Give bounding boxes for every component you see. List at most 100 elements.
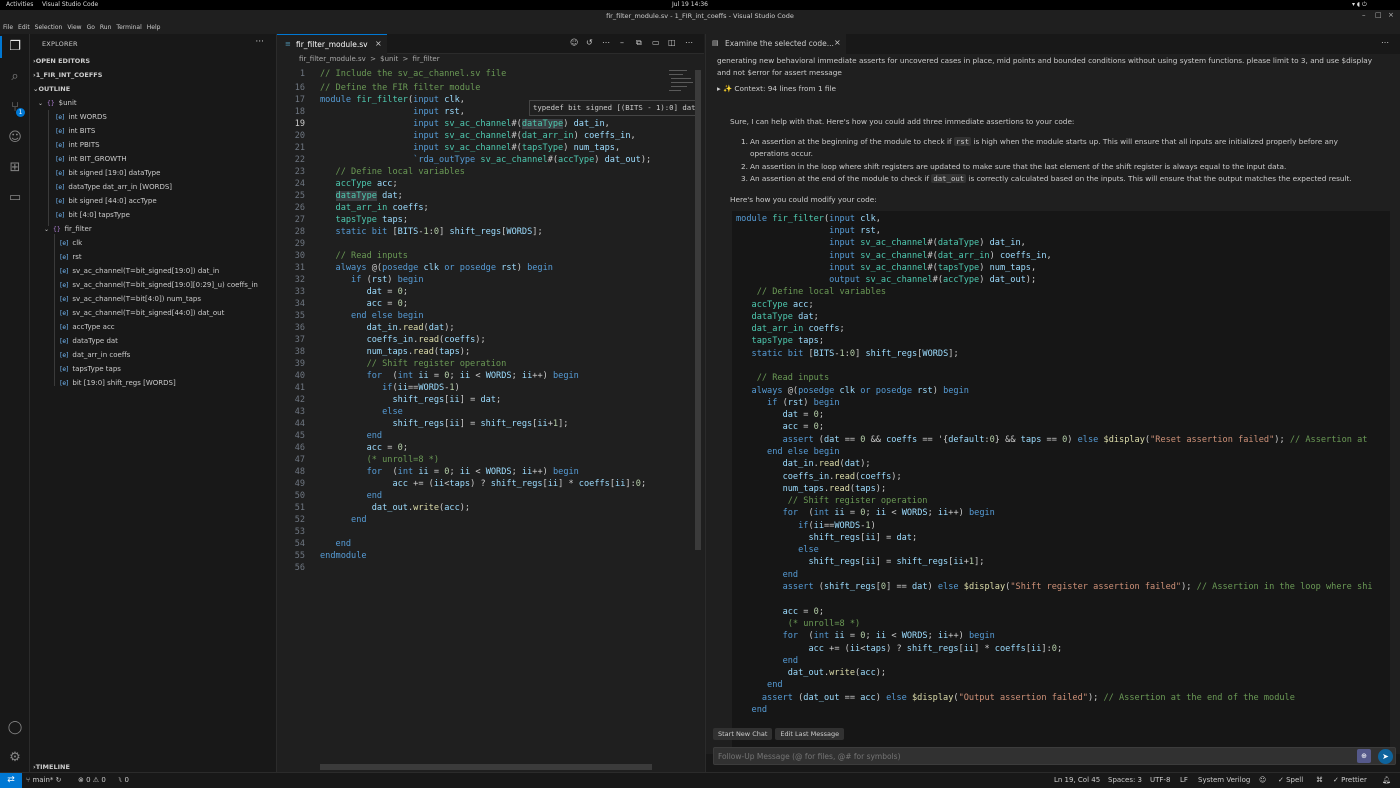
accounts-status-icon[interactable]: ⌘ — [1316, 776, 1323, 784]
line-number: 24 — [294, 179, 305, 189]
chat-more-icon[interactable]: ⋯ — [1381, 38, 1389, 47]
outline-item[interactable]: [e] clk — [60, 236, 82, 250]
close-tab-icon[interactable]: × — [375, 39, 382, 48]
follow-up-input[interactable] — [718, 751, 1338, 762]
list-text: An assertion at the end of the module to… — [750, 174, 930, 183]
outline-item[interactable]: [e] int BIT_GROWTH — [56, 152, 127, 166]
explorer-icon[interactable]: ❐ — [7, 39, 23, 55]
attach-context-icon[interactable]: ⊕ — [1357, 749, 1371, 763]
close-chat-tab-icon[interactable]: × — [834, 38, 841, 47]
code-line: dat_in.read(dat); — [366, 323, 455, 333]
menu-run[interactable]: Run — [100, 24, 112, 31]
start-new-chat-button[interactable]: Start New Chat — [713, 728, 773, 740]
edit-last-message-button[interactable]: Edit Last Message — [775, 728, 845, 740]
menu-selection[interactable]: Selection — [35, 24, 63, 31]
gear-icon[interactable]: ⚙ — [7, 750, 23, 766]
outline-module[interactable]: ⌄{} fir_filter — [44, 222, 92, 236]
copilot-status-icon[interactable]: ☺ — [1259, 776, 1266, 784]
ports-status[interactable]: ⑊ 0 — [118, 776, 129, 784]
prettier-status[interactable]: ✓ Prettier — [1333, 776, 1367, 784]
more-icon[interactable]: ⋯ — [602, 38, 610, 47]
folder-section[interactable]: ›1_FIR_INT_COEFFS — [33, 71, 102, 79]
tab-fir-filter-module[interactable]: ≡ fir_filter_module.sv × — [277, 34, 387, 54]
search-icon[interactable]: ⌕ — [7, 69, 23, 85]
encoding-status[interactable]: UTF-8 — [1150, 776, 1170, 784]
outline-item[interactable]: [e] bit [19:0] shift_regs [WORDS] — [60, 376, 176, 390]
timeline-section[interactable]: ›TIMELINE — [33, 763, 70, 771]
breadcrumb-file[interactable]: fir_filter_module.sv — [299, 55, 366, 63]
code-line: always @(posedge clk or posedge rst) beg… — [335, 263, 553, 273]
code-editor[interactable]: 1 16 17 18 19 20 21 22 23 24 25 26 27 28… — [277, 68, 704, 768]
outline-item[interactable]: [e] dataType dat_arr_in [WORDS] — [56, 180, 172, 194]
outline-item[interactable]: [e] sv_ac_channel(T=bit[4:0]) num_taps — [60, 292, 201, 306]
menu-view[interactable]: View — [67, 24, 81, 31]
close-window-icon[interactable]: × — [1388, 11, 1394, 19]
outline-item[interactable]: [e] rst — [60, 250, 82, 264]
outline-item[interactable]: [e] bit signed [19:0] dataType — [56, 166, 160, 180]
eol-status[interactable]: LF — [1180, 776, 1188, 784]
outline-item[interactable]: [e] accType acc — [60, 320, 115, 334]
outline-item[interactable]: [e] bit signed [44:0] accType — [56, 194, 157, 208]
tab-chat[interactable]: ▤ Examine the selected code... × — [706, 34, 846, 54]
send-icon[interactable]: ➤ — [1378, 749, 1393, 764]
collapse-icon[interactable]: – — [620, 38, 624, 47]
system-clock[interactable]: Jul 19 14:36 — [672, 1, 708, 8]
extensions-icon[interactable]: ⊞ — [7, 160, 23, 176]
problems-status[interactable]: ⊗ 0 ⚠ 0 — [78, 776, 106, 784]
open-editors-section[interactable]: ›OPEN EDITORS — [33, 57, 90, 65]
copilot-action-icon[interactable]: ☺ — [570, 38, 578, 47]
spell-status[interactable]: ✓ Spell — [1278, 776, 1303, 784]
open-changes-icon[interactable]: ⧉ — [636, 38, 642, 48]
menu-file[interactable]: File — [3, 24, 13, 31]
remote-icon[interactable]: ⇄ — [0, 773, 22, 788]
outline-item[interactable]: [e] bit [4:0] tapsType — [56, 208, 130, 222]
line-number: 43 — [294, 407, 305, 417]
response-code-block[interactable]: module fir_filter(input clk, input rst, … — [732, 211, 1390, 751]
cursor-position[interactable]: Ln 19, Col 45 — [1054, 776, 1100, 784]
revert-icon[interactable]: ↺ — [586, 38, 593, 47]
outline-item[interactable]: [e] sv_ac_channel(T=bit_signed[19:0]) dat… — [60, 264, 219, 278]
breadcrumb-unit[interactable]: $unit — [380, 55, 398, 63]
layout-icon[interactable]: ▭ — [652, 38, 660, 47]
menu-terminal[interactable]: Terminal — [116, 24, 141, 31]
menu-edit[interactable]: Edit — [18, 24, 30, 31]
outline-item[interactable]: [e] sv_ac_channel(T=bit_signed[19:0][0:29… — [60, 278, 258, 292]
activities-button[interactable]: Activities — [6, 1, 33, 8]
outline-item[interactable]: [e] int WORDS — [56, 110, 107, 124]
minimap[interactable] — [667, 68, 695, 108]
minimize-icon[interactable]: – — [1362, 11, 1366, 19]
code-line: acc = 0; — [366, 443, 409, 453]
vertical-scrollbar[interactable] — [695, 70, 701, 550]
outline-item[interactable]: [e] dat_arr_in coeffs — [60, 348, 130, 362]
chat-icon[interactable]: ▭ — [7, 190, 23, 206]
window-title: fir_filter_module.sv - 1_FIR_int_coeffs … — [606, 12, 794, 20]
maximize-icon[interactable]: □ — [1375, 11, 1382, 19]
context-toggle[interactable]: ▸ ✨ Context: 94 lines from 1 file — [717, 83, 836, 95]
code-line: if(ii==WORDS-1) — [798, 521, 876, 531]
outline-section[interactable]: ⌄OUTLINE — [33, 85, 70, 93]
language-mode[interactable]: System Verilog — [1198, 776, 1250, 784]
account-icon[interactable]: ◯ — [7, 720, 23, 736]
outline-item[interactable]: [e] dataType dat — [60, 334, 118, 348]
response-intro: Sure, I can help with that. Here's how y… — [730, 117, 1075, 126]
outline-item[interactable]: [e] int PBITS — [56, 138, 100, 152]
menu-go[interactable]: Go — [87, 24, 95, 31]
branch-status[interactable]: ⑂ main* ↻ — [26, 776, 62, 784]
line-number: 22 — [294, 155, 305, 165]
outline-item-label: bit [4:0] tapsType — [68, 211, 130, 219]
horizontal-scrollbar[interactable] — [320, 764, 652, 770]
notifications-icon[interactable]: 🔔︎ — [1382, 776, 1391, 784]
system-tray[interactable]: ▾ ◖ ⏻ — [1352, 1, 1367, 9]
outline-unit[interactable]: ⌄{} $unit — [38, 96, 77, 110]
outline-item[interactable]: [e] sv_ac_channel(T=bit_signed[44:0]) dat… — [60, 306, 224, 320]
indentation-status[interactable]: Spaces: 3 — [1108, 776, 1142, 784]
more-actions-icon[interactable]: ··· — [255, 37, 264, 47]
outline-item[interactable]: [e] int BITS — [56, 124, 95, 138]
breadcrumb-module[interactable]: fir_filter — [413, 55, 440, 63]
outline-item[interactable]: [e] tapsType taps — [60, 362, 121, 376]
split-editor-icon[interactable]: ◫ — [668, 38, 676, 47]
editor-more-icon[interactable]: ⋯ — [685, 38, 693, 47]
copilot-icon[interactable]: ☺ — [7, 130, 23, 146]
active-app-label[interactable]: Visual Studio Code — [42, 1, 98, 8]
menu-help[interactable]: Help — [147, 24, 161, 31]
